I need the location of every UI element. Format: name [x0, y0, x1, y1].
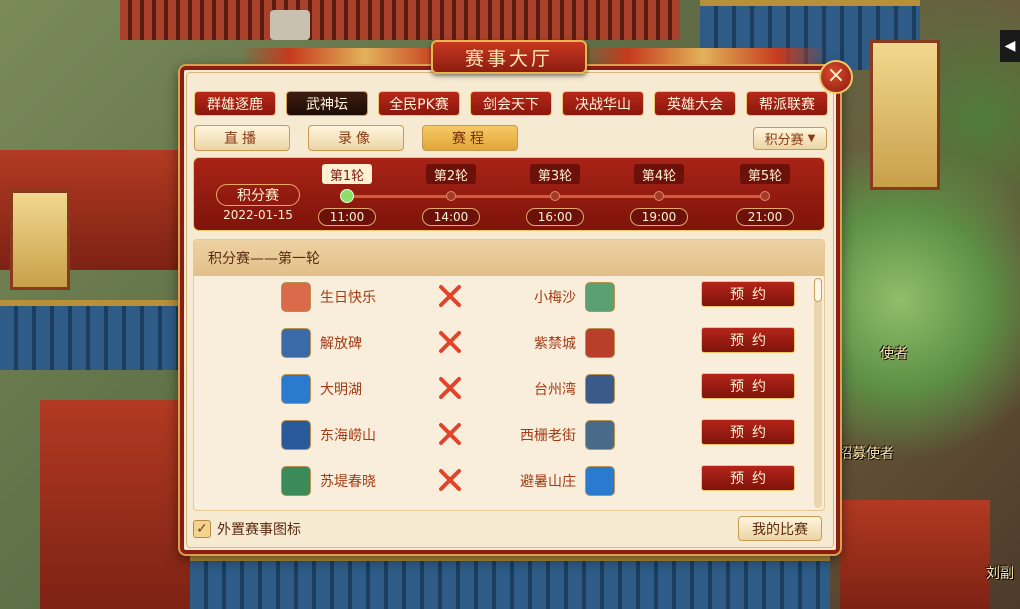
team-right-name[interactable]: 小梅沙 [534, 287, 576, 307]
tab-schedule[interactable]: 赛程 [422, 125, 518, 151]
team-emblem-icon [281, 282, 311, 312]
round-time: 16:00 [526, 208, 584, 226]
tab-live[interactable]: 直播 [194, 125, 290, 151]
match-row: 生日快乐 小梅沙 预约 [194, 276, 824, 322]
crossed-swords-icon [439, 285, 461, 307]
tab-replay[interactable]: 录像 [308, 125, 404, 151]
tab-category[interactable]: 群雄逐鹿 [194, 91, 276, 116]
npc-label[interactable]: 使者 [880, 343, 908, 363]
team-left-name[interactable]: 东海崂山 [320, 425, 376, 445]
reserve-button[interactable]: 预约 [701, 419, 795, 445]
tab-category[interactable]: 全民PK赛 [378, 91, 460, 116]
npc-label[interactable]: 招募使者 [838, 443, 894, 463]
team-left-name[interactable]: 大明湖 [320, 379, 362, 399]
round-marker[interactable] [760, 191, 770, 201]
team-emblem-icon [281, 420, 311, 450]
chevron-down-icon: ▼ [807, 133, 816, 144]
match-list-header: 积分赛——第一轮 [194, 240, 824, 276]
round-marker[interactable] [446, 191, 456, 201]
round-label[interactable]: 第1轮 [322, 164, 372, 184]
match-list: 积分赛——第一轮 生日快乐 小梅沙 预约 解放碑 紫禁城 预约 大明湖 台州湾 … [193, 239, 825, 511]
scene-roof-bottom [190, 555, 830, 609]
window-title: 赛事大厅 [431, 40, 587, 74]
timeline-stage: 积分赛 [216, 184, 300, 206]
category-tabs: 群雄逐鹿 武神坛 全民PK赛 剑会天下 决战华山 英雄大会 帮派联赛 [194, 91, 828, 116]
round-marker[interactable] [654, 191, 664, 201]
scene-banner-left [10, 190, 70, 290]
reserve-button[interactable]: 预约 [701, 327, 795, 353]
team-emblem-icon [585, 466, 615, 496]
collapse-arrow-icon[interactable]: ◀ [1000, 30, 1020, 62]
team-emblem-icon [585, 328, 615, 358]
external-icon-toggle[interactable]: ✓ 外置赛事图标 [193, 519, 301, 539]
scene-banner-right [870, 40, 940, 190]
team-emblem-icon [281, 328, 311, 358]
title-ornament-right [578, 48, 828, 64]
crossed-swords-icon [439, 377, 461, 399]
npc-label[interactable]: 刘副 [986, 563, 1014, 583]
team-emblem-icon [585, 282, 615, 312]
team-left-name[interactable]: 解放碑 [320, 333, 362, 353]
stage-dropdown-value: 积分赛 [764, 133, 804, 148]
team-right-name[interactable]: 台州湾 [534, 379, 576, 399]
match-row: 东海崂山 西栅老街 预约 [194, 414, 824, 460]
reserve-button[interactable]: 预约 [701, 373, 795, 399]
checkbox[interactable]: ✓ [193, 520, 211, 538]
scrollbar-thumb[interactable] [814, 278, 822, 302]
team-emblem-icon [585, 420, 615, 450]
round-time: 11:00 [318, 208, 376, 226]
team-left-name[interactable]: 苏堤春晓 [320, 471, 376, 491]
team-right-name[interactable]: 避暑山庄 [520, 471, 576, 491]
stage-dropdown[interactable]: 积分赛 ▼ [753, 127, 827, 150]
timeline-date: 2022-01-15 [223, 208, 293, 222]
round-time: 21:00 [736, 208, 794, 226]
crossed-swords-icon [439, 469, 461, 491]
round-label[interactable]: 第4轮 [634, 164, 684, 184]
scene-wall-right [840, 500, 990, 609]
round-label[interactable]: 第3轮 [530, 164, 580, 184]
tab-category[interactable]: 决战华山 [562, 91, 644, 116]
round-time: 19:00 [630, 208, 688, 226]
round-marker[interactable] [550, 191, 560, 201]
list-scrollbar[interactable] [814, 278, 822, 508]
scene-stone-block [270, 10, 310, 40]
match-row: 苏堤春晓 避暑山庄 预约 [194, 460, 824, 506]
scene-gate-left [40, 400, 190, 609]
view-tabs: 直播 录像 赛程 [194, 125, 518, 151]
round-label[interactable]: 第2轮 [426, 164, 476, 184]
round-timeline: 积分赛 2022-01-15 第1轮 11:00 第2轮 14:00 第3轮 1… [193, 157, 825, 231]
scene-railing-top [120, 0, 680, 40]
crossed-swords-icon [439, 423, 461, 445]
team-emblem-icon [585, 374, 615, 404]
tab-category[interactable]: 英雄大会 [654, 91, 736, 116]
match-row: 解放碑 紫禁城 预约 [194, 322, 824, 368]
my-matches-button[interactable]: 我的比赛 [738, 516, 822, 541]
match-row: 大明湖 台州湾 预约 [194, 368, 824, 414]
team-right-name[interactable]: 西栅老街 [520, 425, 576, 445]
reserve-button[interactable]: 预约 [701, 281, 795, 307]
team-right-name[interactable]: 紫禁城 [534, 333, 576, 353]
tab-category[interactable]: 帮派联赛 [746, 91, 828, 116]
crossed-swords-icon [439, 331, 461, 353]
team-emblem-icon [281, 374, 311, 404]
round-marker[interactable] [340, 189, 354, 203]
round-time: 14:00 [422, 208, 480, 226]
checkbox-label: 外置赛事图标 [217, 522, 301, 538]
reserve-button[interactable]: 预约 [701, 465, 795, 491]
tab-category[interactable]: 武神坛 [286, 91, 368, 116]
team-left-name[interactable]: 生日快乐 [320, 287, 376, 307]
scene-roof-left [0, 300, 190, 370]
team-emblem-icon [281, 466, 311, 496]
tab-category[interactable]: 剑会天下 [470, 91, 552, 116]
close-icon[interactable]: × [819, 60, 853, 94]
round-label[interactable]: 第5轮 [740, 164, 790, 184]
